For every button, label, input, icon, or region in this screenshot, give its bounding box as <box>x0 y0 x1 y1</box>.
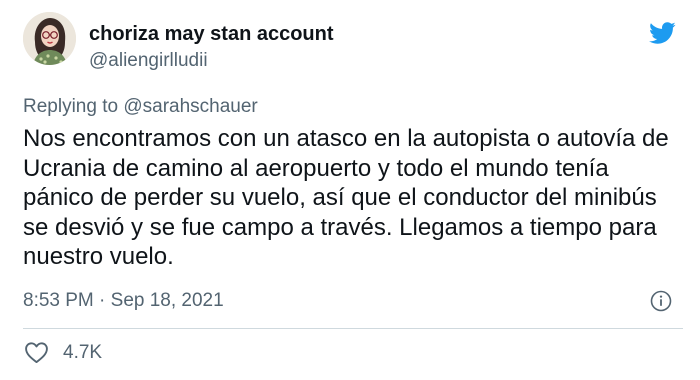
info-icon[interactable] <box>650 290 672 312</box>
heart-icon[interactable] <box>24 341 49 364</box>
reply-mention-link[interactable]: @sarahschauer <box>123 96 257 117</box>
like-count[interactable]: 4.7K <box>63 342 102 364</box>
avatar[interactable] <box>23 12 76 65</box>
twitter-bird-icon[interactable] <box>646 19 678 47</box>
tweet-timestamp[interactable]: 8:53 PM · Sep 18, 2021 <box>23 290 224 312</box>
reply-context: Replying to @sarahschauer <box>23 96 258 118</box>
reply-prefix: Replying to <box>23 96 124 117</box>
display-name[interactable]: choriza may stan account <box>89 23 334 46</box>
tweet-card: choriza may stan account @aliengirlludii… <box>0 0 700 380</box>
user-handle[interactable]: @aliengirlludii <box>89 50 208 72</box>
tweet-text: Nos encontramos con un atasco en la auto… <box>23 125 669 270</box>
divider <box>23 328 683 329</box>
avatar-illustration <box>23 12 76 65</box>
